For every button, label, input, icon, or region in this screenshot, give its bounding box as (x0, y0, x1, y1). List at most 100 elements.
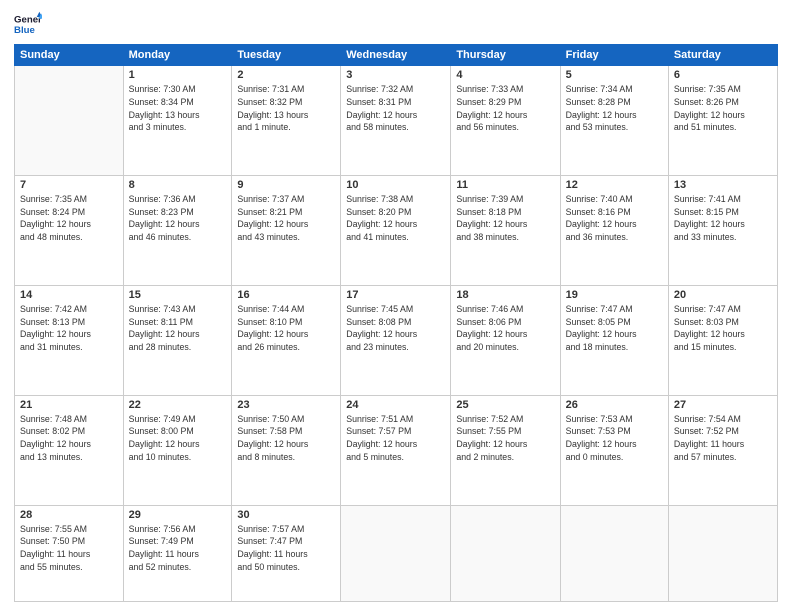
calendar-cell: 21 Sunrise: 7:48 AM Sunset: 8:02 PM Dayli… (15, 395, 124, 505)
day-info: Sunrise: 7:51 AM Sunset: 7:57 PM Dayligh… (346, 413, 445, 464)
day-info: Sunrise: 7:47 AM Sunset: 8:03 PM Dayligh… (674, 303, 772, 354)
calendar-cell: 3 Sunrise: 7:32 AM Sunset: 8:31 PM Daylig… (341, 66, 451, 176)
calendar-cell (668, 505, 777, 602)
day-info: Sunrise: 7:45 AM Sunset: 8:08 PM Dayligh… (346, 303, 445, 354)
calendar-cell: 24 Sunrise: 7:51 AM Sunset: 7:57 PM Dayli… (341, 395, 451, 505)
calendar-cell: 27 Sunrise: 7:54 AM Sunset: 7:52 PM Dayli… (668, 395, 777, 505)
day-number: 4 (456, 69, 554, 81)
day-info: Sunrise: 7:40 AM Sunset: 8:16 PM Dayligh… (566, 193, 663, 244)
day-number: 8 (129, 179, 227, 191)
svg-text:Blue: Blue (14, 25, 35, 36)
day-number: 16 (237, 289, 335, 301)
calendar-cell: 12 Sunrise: 7:40 AM Sunset: 8:16 PM Dayli… (560, 175, 668, 285)
calendar-cell: 20 Sunrise: 7:47 AM Sunset: 8:03 PM Dayli… (668, 285, 777, 395)
day-number: 14 (20, 289, 118, 301)
calendar-cell: 26 Sunrise: 7:53 AM Sunset: 7:53 PM Dayli… (560, 395, 668, 505)
day-info: Sunrise: 7:39 AM Sunset: 8:18 PM Dayligh… (456, 193, 554, 244)
day-number: 5 (566, 69, 663, 81)
day-number: 3 (346, 69, 445, 81)
day-headers-row: SundayMondayTuesdayWednesdayThursdayFrid… (15, 45, 778, 66)
calendar-cell: 19Sunrise: 7:47 AM Sunset: 8:05 PM Dayli… (560, 285, 668, 395)
day-number: 21 (20, 399, 118, 411)
day-info: Sunrise: 7:33 AM Sunset: 8:29 PM Dayligh… (456, 83, 554, 134)
day-info: Sunrise: 7:52 AM Sunset: 7:55 PM Dayligh… (456, 413, 554, 464)
day-info: Sunrise: 7:35 AM Sunset: 8:24 PM Dayligh… (20, 193, 118, 244)
calendar-table: SundayMondayTuesdayWednesdayThursdayFrid… (14, 44, 778, 602)
calendar-cell: 30 Sunrise: 7:57 AM Sunset: 7:47 PM Dayli… (232, 505, 341, 602)
calendar-cell: 10 Sunrise: 7:38 AM Sunset: 8:20 PM Dayli… (341, 175, 451, 285)
day-info: Sunrise: 7:38 AM Sunset: 8:20 PM Dayligh… (346, 193, 445, 244)
calendar-cell: 8 Sunrise: 7:36 AM Sunset: 8:23 PM Daylig… (123, 175, 232, 285)
day-number: 28 (20, 509, 118, 521)
day-number: 22 (129, 399, 227, 411)
day-info: Sunrise: 7:57 AM Sunset: 7:47 PM Dayligh… (237, 523, 335, 574)
day-number: 13 (674, 179, 772, 191)
day-number: 29 (129, 509, 227, 521)
calendar-cell: 23Sunrise: 7:50 AM Sunset: 7:58 PM Dayli… (232, 395, 341, 505)
day-info: Sunrise: 7:30 AM Sunset: 8:34 PM Dayligh… (129, 83, 227, 134)
col-header-sunday: Sunday (15, 45, 124, 66)
calendar-cell: 22 Sunrise: 7:49 AM Sunset: 8:00 PM Dayli… (123, 395, 232, 505)
calendar-cell: 28 Sunrise: 7:55 AM Sunset: 7:50 PM Dayli… (15, 505, 124, 602)
day-number: 1 (129, 69, 227, 81)
calendar-cell: 11 Sunrise: 7:39 AM Sunset: 8:18 PM Dayli… (451, 175, 560, 285)
day-info: Sunrise: 7:48 AM Sunset: 8:02 PM Dayligh… (20, 413, 118, 464)
day-number: 7 (20, 179, 118, 191)
day-info: Sunrise: 7:56 AM Sunset: 7:49 PM Dayligh… (129, 523, 227, 574)
col-header-monday: Monday (123, 45, 232, 66)
day-number: 11 (456, 179, 554, 191)
day-number: 12 (566, 179, 663, 191)
calendar-cell: 6 Sunrise: 7:35 AM Sunset: 8:26 PM Daylig… (668, 66, 777, 176)
calendar-cell (15, 66, 124, 176)
calendar-cell: 29 Sunrise: 7:56 AM Sunset: 7:49 PM Dayli… (123, 505, 232, 602)
day-number: 27 (674, 399, 772, 411)
calendar-cell (341, 505, 451, 602)
calendar-cell: 7 Sunrise: 7:35 AM Sunset: 8:24 PM Daylig… (15, 175, 124, 285)
day-number: 6 (674, 69, 772, 81)
day-number: 17 (346, 289, 445, 301)
day-info: Sunrise: 7:36 AM Sunset: 8:23 PM Dayligh… (129, 193, 227, 244)
day-info: Sunrise: 7:49 AM Sunset: 8:00 PM Dayligh… (129, 413, 227, 464)
day-number: 15 (129, 289, 227, 301)
day-number: 26 (566, 399, 663, 411)
col-header-saturday: Saturday (668, 45, 777, 66)
col-header-wednesday: Wednesday (341, 45, 451, 66)
calendar-cell: 18Sunrise: 7:46 AM Sunset: 8:06 PM Dayli… (451, 285, 560, 395)
calendar-cell: 25 Sunrise: 7:52 AM Sunset: 7:55 PM Dayli… (451, 395, 560, 505)
day-info: Sunrise: 7:32 AM Sunset: 8:31 PM Dayligh… (346, 83, 445, 134)
day-info: Sunrise: 7:37 AM Sunset: 8:21 PM Dayligh… (237, 193, 335, 244)
calendar-cell: 5Sunrise: 7:34 AM Sunset: 8:28 PM Daylig… (560, 66, 668, 176)
logo: General Blue (14, 10, 42, 38)
day-info: Sunrise: 7:54 AM Sunset: 7:52 PM Dayligh… (674, 413, 772, 464)
day-info: Sunrise: 7:42 AM Sunset: 8:13 PM Dayligh… (20, 303, 118, 354)
col-header-friday: Friday (560, 45, 668, 66)
day-number: 25 (456, 399, 554, 411)
day-number: 18 (456, 289, 554, 301)
day-info: Sunrise: 7:35 AM Sunset: 8:26 PM Dayligh… (674, 83, 772, 134)
calendar-page: General Blue SundayMondayTuesdayWednesda… (0, 0, 792, 612)
logo-icon: General Blue (14, 10, 42, 38)
day-number: 10 (346, 179, 445, 191)
calendar-cell (451, 505, 560, 602)
day-number: 24 (346, 399, 445, 411)
calendar-cell: 13Sunrise: 7:41 AM Sunset: 8:15 PM Dayli… (668, 175, 777, 285)
calendar-cell: 4 Sunrise: 7:33 AM Sunset: 8:29 PM Daylig… (451, 66, 560, 176)
day-number: 20 (674, 289, 772, 301)
col-header-thursday: Thursday (451, 45, 560, 66)
day-info: Sunrise: 7:55 AM Sunset: 7:50 PM Dayligh… (20, 523, 118, 574)
header: General Blue (14, 10, 778, 38)
calendar-cell: 14 Sunrise: 7:42 AM Sunset: 8:13 PM Dayli… (15, 285, 124, 395)
day-info: Sunrise: 7:43 AM Sunset: 8:11 PM Dayligh… (129, 303, 227, 354)
calendar-cell: 15 Sunrise: 7:43 AM Sunset: 8:11 PM Dayli… (123, 285, 232, 395)
day-number: 2 (237, 69, 335, 81)
day-info: Sunrise: 7:44 AM Sunset: 8:10 PM Dayligh… (237, 303, 335, 354)
calendar-cell (560, 505, 668, 602)
col-header-tuesday: Tuesday (232, 45, 341, 66)
day-info: Sunrise: 7:47 AM Sunset: 8:05 PM Dayligh… (566, 303, 663, 354)
day-number: 23 (237, 399, 335, 411)
day-info: Sunrise: 7:53 AM Sunset: 7:53 PM Dayligh… (566, 413, 663, 464)
calendar-cell: 1 Sunrise: 7:30 AM Sunset: 8:34 PM Daylig… (123, 66, 232, 176)
day-info: Sunrise: 7:31 AM Sunset: 8:32 PM Dayligh… (237, 83, 335, 134)
calendar-cell: 2 Sunrise: 7:31 AM Sunset: 8:32 PM Daylig… (232, 66, 341, 176)
day-number: 30 (237, 509, 335, 521)
